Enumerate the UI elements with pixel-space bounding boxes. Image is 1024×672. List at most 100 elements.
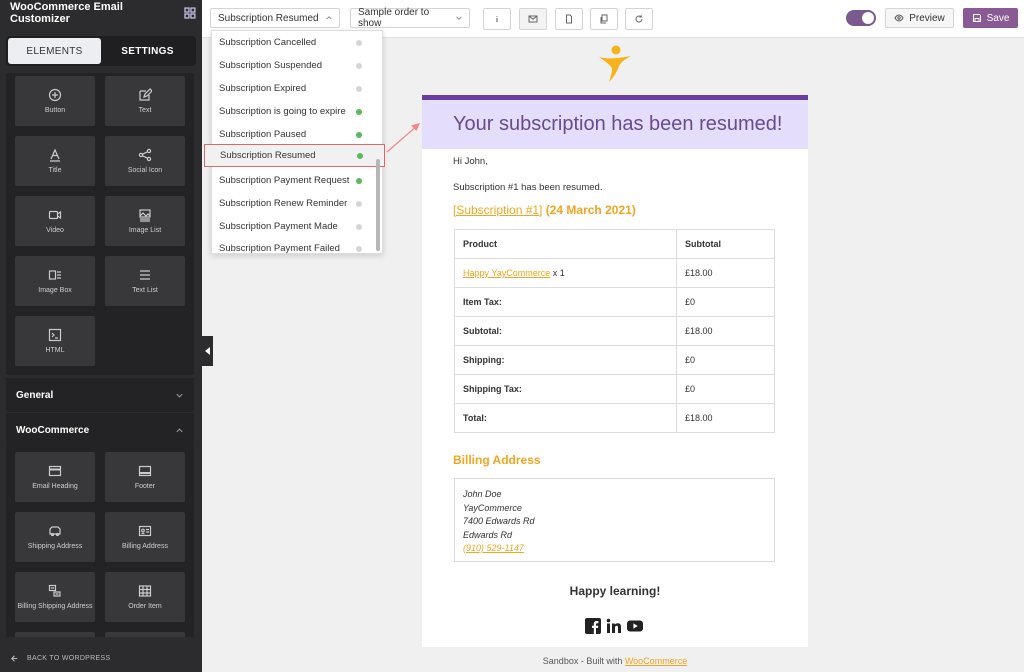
dropdown-item-label: Subscription Suspended [219, 60, 322, 71]
subscription-heading: [Subscription #1] (24 March 2021) [453, 203, 636, 217]
sandbox-footer: Sandbox - Built with WooCommerce [422, 656, 808, 666]
plus-circle-icon [48, 88, 62, 102]
app-title: WooCommerce Email Customizer [10, 1, 123, 25]
document-button[interactable] [555, 8, 583, 30]
template-dropdown: Subscription Cancelled Subscription Susp… [204, 30, 385, 254]
element-label: Button [44, 107, 66, 114]
element-footer[interactable]: Footer [105, 452, 185, 502]
sidebar-tabs: ELEMENTS SETTINGS [6, 36, 196, 66]
element-billing-shipping-address[interactable]: Billing Shipping Address [15, 572, 95, 622]
youtube-icon[interactable] [627, 618, 643, 634]
sidebar-collapse-handle[interactable] [202, 336, 213, 366]
element-more[interactable] [105, 632, 185, 637]
email-preview[interactable]: Your subscription has been resumed! Hi J… [422, 95, 808, 647]
address-icon [48, 584, 61, 597]
section-general[interactable]: General [6, 378, 194, 412]
dropdown-item-subscription-payment-failed[interactable]: Subscription Payment Failed [212, 237, 376, 260]
dropdown-item-subscription-payment-request[interactable]: Subscription Payment Request [212, 169, 376, 192]
element-order-item[interactable]: Order Item [105, 572, 185, 622]
dropdown-item-subscription-cancelled[interactable]: Subscription Cancelled [212, 31, 376, 54]
terminal-icon [48, 328, 62, 342]
email-heading[interactable]: Your subscription has been resumed! [422, 100, 808, 149]
element-more[interactable] [15, 632, 95, 637]
sidebar: WooCommerce Email Customizer ELEMENTS SE… [0, 0, 202, 672]
element-video[interactable]: Video [15, 196, 95, 246]
dropdown-item-subscription-suspended[interactable]: Subscription Suspended [212, 54, 376, 77]
device-toggle[interactable] [846, 10, 876, 26]
element-shipping-address[interactable]: Shipping Address [15, 512, 95, 562]
subscription-link[interactable]: [Subscription #1] [453, 203, 542, 217]
preview-button[interactable]: Preview [885, 8, 954, 28]
element-label: Image List [128, 227, 162, 234]
table-row: Shipping Tax: £0 [454, 374, 775, 404]
dropdown-item-subscription-payment-made[interactable]: Subscription Payment Made [212, 215, 376, 238]
dropdown-item-subscription-expired[interactable]: Subscription Expired [212, 77, 376, 100]
save-button[interactable]: Save [963, 8, 1018, 28]
row-value: £18.00 [676, 316, 775, 346]
save-icon [972, 14, 981, 22]
element-text-list[interactable]: Text List [105, 256, 185, 306]
phone-link[interactable]: (910) 529-1147 [463, 542, 766, 556]
edit-icon [139, 88, 152, 101]
grid-icon[interactable] [184, 7, 196, 19]
element-image-list[interactable]: Image List [105, 196, 185, 246]
copy-button[interactable] [590, 8, 618, 30]
facebook-icon[interactable] [585, 618, 601, 634]
send-test-email-button[interactable] [519, 8, 547, 30]
status-dot [356, 62, 362, 69]
template-select[interactable]: Subscription Resumed [210, 8, 340, 28]
info-button[interactable] [483, 8, 511, 30]
chevron-up-icon [176, 427, 183, 432]
reset-button[interactable] [625, 8, 653, 30]
list-icon [140, 270, 150, 280]
product-link[interactable]: Happy YayCommerce [463, 268, 550, 278]
section-woocommerce[interactable]: WooCommerce [6, 413, 194, 447]
template-select-value: Subscription Resumed [218, 12, 319, 24]
element-text[interactable]: Text [105, 76, 185, 126]
linkedin-icon[interactable] [606, 618, 622, 634]
closing-text: Happy learning! [569, 584, 661, 598]
element-title[interactable]: Title [15, 136, 95, 186]
email-heading-icon [48, 465, 62, 477]
chevron-down-icon [176, 393, 183, 398]
order-select[interactable]: Sample order to show [350, 7, 470, 29]
element-html[interactable]: HTML [15, 316, 95, 366]
billing-address-box[interactable]: John Doe YayCommerce 7400 Edwards Rd Edw… [454, 478, 775, 562]
back-to-wordpress-link[interactable]: BACK TO WORDPRESS [0, 644, 202, 672]
dropdown-item-label: Subscription Expired [219, 83, 307, 94]
address-line: John Doe [463, 489, 502, 499]
annotation-arrow-icon [386, 123, 420, 153]
email-greeting: Hi John, [453, 156, 488, 167]
dropdown-scrollbar[interactable] [376, 159, 380, 251]
status-dot [356, 108, 362, 115]
element-button[interactable]: Button [15, 76, 95, 126]
element-image-box[interactable]: Image Box [15, 256, 95, 306]
dropdown-item-label: Subscription Payment Request [219, 175, 350, 186]
woocommerce-link[interactable]: WooCommerce [625, 656, 687, 666]
arrow-left-icon [11, 654, 18, 662]
status-dot [356, 39, 362, 46]
woocommerce-panel: Email Heading Footer Shipping Address Bi… [6, 447, 194, 637]
tab-elements[interactable]: ELEMENTS [8, 38, 101, 64]
element-email-heading[interactable]: Email Heading [15, 452, 95, 502]
column-header-subtotal: Subtotal [676, 229, 775, 259]
dropdown-item-subscription-paused[interactable]: Subscription Paused [212, 123, 376, 146]
element-social-icon[interactable]: Social Icon [105, 136, 185, 186]
product-price: £18.00 [676, 258, 775, 288]
status-dot [356, 223, 362, 230]
dropdown-item-subscription-resumed[interactable]: Subscription Resumed [204, 144, 385, 167]
tab-settings[interactable]: SETTINGS [101, 38, 194, 64]
element-label: Billing Address [122, 543, 168, 550]
element-billing-address[interactable]: Billing Address [105, 512, 185, 562]
sidebar-header: WooCommerce Email Customizer [0, 0, 202, 26]
element-label: Text [138, 107, 152, 114]
dropdown-item-subscription-renew-reminder[interactable]: Subscription Renew Reminder [212, 192, 376, 215]
dropdown-item-subscription-going-to-expire[interactable]: Subscription is going to expire [212, 100, 376, 123]
status-dot [357, 152, 363, 159]
row-label: Shipping: [454, 345, 677, 375]
email-heading-text: Your subscription has been resumed! [453, 113, 783, 135]
status-dot [356, 85, 362, 92]
id-card-icon [138, 525, 152, 537]
back-to-wordpress-label: BACK TO WORDPRESS [27, 654, 111, 662]
mail-icon [528, 15, 538, 23]
